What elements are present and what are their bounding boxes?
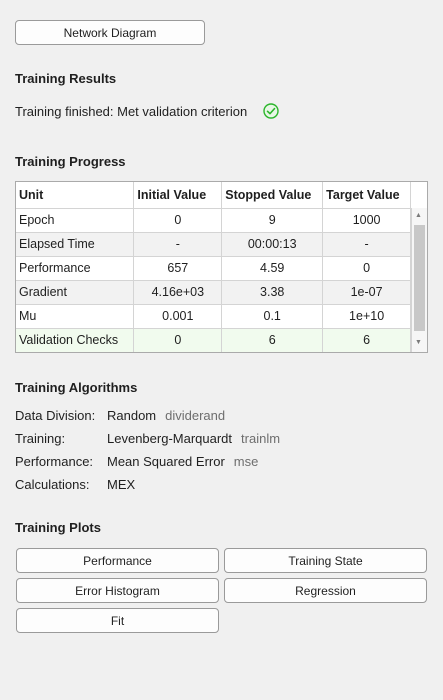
table-cell: 0 — [322, 256, 412, 281]
training-status-text: Training finished: Met validation criter… — [15, 103, 248, 119]
table-cell: 4.59 — [221, 256, 324, 281]
algorithm-function: dividerand — [165, 408, 226, 423]
table-cell: Performance — [16, 256, 135, 281]
training-status: Training finished: Met validation criter… — [15, 103, 279, 119]
training-progress-table: Unit Initial Value Stopped Value Target … — [15, 181, 428, 353]
algorithm-value: Levenberg-Marquardt — [107, 431, 233, 446]
regression-plot-button[interactable]: Regression — [224, 578, 427, 603]
algorithm-label: Data Division: — [15, 408, 96, 423]
table-cell: Mu — [16, 304, 135, 329]
table-cell: 1000 — [322, 208, 412, 233]
table-row[interactable]: Validation Checks 0 6 6 — [16, 328, 427, 352]
algorithm-row-calculations: Calculations: MEX — [15, 477, 135, 492]
algorithm-function: trainlm — [241, 431, 281, 446]
table-row[interactable]: Elapsed Time - 00:00:13 - — [16, 232, 427, 257]
table-cell: 4.16e+03 — [133, 280, 223, 305]
table-row[interactable]: Epoch 0 9 1000 — [16, 208, 427, 233]
algorithm-row-training: Training: Levenberg-Marquardt trainlm — [15, 431, 280, 446]
table-scrollbar[interactable]: ▲ ▼ — [411, 208, 427, 352]
table-header-row: Unit Initial Value Stopped Value Target … — [16, 182, 427, 209]
table-cell: 6 — [322, 328, 412, 352]
scroll-thumb[interactable] — [414, 225, 425, 331]
table-cell: 6 — [221, 328, 324, 352]
error-histogram-plot-button[interactable]: Error Histogram — [16, 578, 219, 603]
table-row[interactable]: Gradient 4.16e+03 3.38 1e-07 — [16, 280, 427, 305]
table-cell: 0 — [133, 208, 223, 233]
table-cell: 3.38 — [221, 280, 324, 305]
table-cell: Gradient — [16, 280, 135, 305]
table-cell: - — [322, 232, 412, 257]
training-state-plot-button[interactable]: Training State — [224, 548, 427, 573]
table-row[interactable]: Performance 657 4.59 0 — [16, 256, 427, 281]
scroll-down-icon[interactable]: ▼ — [415, 339, 422, 347]
algorithm-function: mse — [233, 454, 259, 469]
table-cell: 657 — [133, 256, 223, 281]
table-cell: Elapsed Time — [16, 232, 135, 257]
algorithm-label: Performance: — [15, 454, 94, 469]
table-cell: Validation Checks — [16, 328, 135, 352]
table-cell: 9 — [221, 208, 324, 233]
algorithm-value: Random — [107, 408, 157, 423]
algorithm-label: Calculations: — [15, 477, 90, 492]
table-cell: 00:00:13 — [221, 232, 324, 257]
training-plots-title: Training Plots — [15, 520, 101, 535]
table-cell: 0.1 — [221, 304, 324, 329]
table-cell: Epoch — [16, 208, 135, 233]
algorithm-label: Training: — [15, 431, 66, 446]
check-circle-icon — [263, 103, 279, 119]
table-cell: 1e-07 — [322, 280, 412, 305]
algorithm-row-performance: Performance: Mean Squared Error mse — [15, 454, 258, 469]
scroll-up-icon[interactable]: ▲ — [415, 212, 422, 220]
training-algorithms-title: Training Algorithms — [15, 380, 138, 395]
table-cell: 0 — [133, 328, 223, 352]
column-header[interactable]: Initial Value — [133, 182, 223, 209]
performance-plot-button[interactable]: Performance — [16, 548, 219, 573]
algorithm-row-data-division: Data Division: Random dividerand — [15, 408, 225, 423]
table-cell: - — [133, 232, 223, 257]
table-cell: 1e+10 — [322, 304, 412, 329]
table-cell: 0.001 — [133, 304, 223, 329]
training-progress-title: Training Progress — [15, 154, 126, 169]
table-row[interactable]: Mu 0.001 0.1 1e+10 — [16, 304, 427, 329]
algorithm-value: MEX — [107, 477, 136, 492]
algorithm-value: Mean Squared Error — [107, 454, 225, 469]
network-diagram-button[interactable]: Network Diagram — [15, 20, 205, 45]
column-header[interactable]: Unit — [16, 182, 135, 209]
fit-plot-button[interactable]: Fit — [16, 608, 219, 633]
training-results-title: Training Results — [15, 71, 117, 86]
header-filler — [410, 182, 427, 209]
column-header[interactable]: Stopped Value — [221, 182, 324, 209]
column-header[interactable]: Target Value — [322, 182, 412, 209]
